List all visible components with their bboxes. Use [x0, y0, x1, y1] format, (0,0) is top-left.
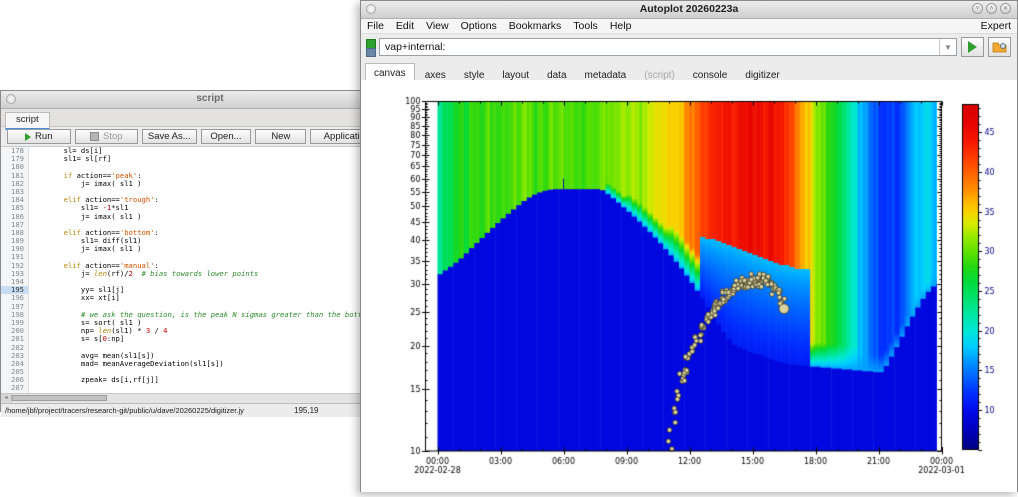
code-token: # bias towards lower points	[142, 269, 259, 278]
script-toolbar: RunStopSave As...Open...NewApplication C…	[1, 127, 419, 147]
code-token	[133, 269, 142, 278]
code-token: j= imax( sl1 )	[29, 244, 142, 253]
script-window-titlebar[interactable]: script ˅ ˄	[1, 91, 419, 109]
expert-mode-label[interactable]: Expert	[981, 20, 1011, 32]
inspect-uri-button[interactable]	[988, 37, 1011, 57]
code-line[interactable]: 204 mad= meanAverageDeviation(sl1[s])	[1, 360, 419, 368]
code-token: len	[94, 269, 107, 278]
code-token: (rf)/	[107, 269, 129, 278]
spectrogram-plot[interactable]	[361, 80, 1017, 492]
new-button[interactable]: New	[255, 129, 306, 144]
play-icon	[968, 41, 977, 53]
code-token: j= imax( sl1 )	[29, 179, 142, 188]
close-icon[interactable]: ✕	[1000, 3, 1011, 14]
script-window: script ˅ ˄ script Run StopSave As... Open.…	[0, 90, 420, 412]
stop-icon	[90, 132, 99, 141]
code-line[interactable]: 201 s= s[0:np]	[1, 335, 419, 343]
code-token: j= imax( sl1 )	[29, 212, 142, 221]
scroll-left-icon[interactable]: ◂	[1, 394, 12, 402]
go-button[interactable]	[961, 37, 984, 57]
save-as--button[interactable]: Save As...	[142, 129, 196, 144]
code-line[interactable]: 179 sl1= sl[rf]	[1, 155, 419, 163]
code-line[interactable]: 207	[1, 384, 419, 392]
code-token: j=	[29, 269, 94, 278]
menu-edit[interactable]: Edit	[390, 20, 420, 32]
autoplot-window: Autoplot 20260223a ˅ ˄ ✕ FileEditViewOpt…	[360, 0, 1018, 492]
autoplot-window-title: Autoplot 20260223a	[361, 3, 1017, 15]
menu-view[interactable]: View	[420, 20, 455, 32]
code-token: sl1= sl[rf]	[29, 154, 111, 163]
code-line[interactable]: 193 j= len(rf)/2 # bias towards lower po…	[1, 270, 419, 278]
minimize-icon[interactable]: ˅	[972, 3, 983, 14]
datasource-type-icon[interactable]	[366, 39, 376, 56]
script-status-bar: /home/jbf/project/tracers/research-git/p…	[1, 403, 419, 417]
uri-bar: vap+internal: ▼	[361, 34, 1017, 60]
code-line[interactable]: 206 zpeak= ds[i,rf[j]]	[1, 376, 419, 384]
autoplot-titlebar[interactable]: Autoplot 20260223a ˅ ˄ ✕	[361, 1, 1017, 19]
code-token: /	[150, 326, 163, 335]
code-line[interactable]: 190 j= imax( sl1 )	[1, 245, 419, 253]
code-token: :	[155, 228, 159, 237]
code-line[interactable]: 182 j= imax( sl1 )	[1, 180, 419, 188]
maximize-icon[interactable]: ˄	[986, 3, 997, 14]
code-line[interactable]: 196 xx= xt[i]	[1, 294, 419, 302]
menu-options[interactable]: Options	[455, 20, 503, 32]
code-token: s= s[	[29, 334, 103, 343]
folder-icon	[992, 41, 1008, 54]
code-token: xx= xt[i]	[29, 293, 120, 302]
open--button[interactable]: Open...	[201, 129, 252, 144]
menu-file[interactable]: File	[361, 20, 390, 32]
run-button[interactable]: Run	[7, 129, 71, 144]
code-token: :	[155, 195, 159, 204]
scrollbar-thumb[interactable]	[12, 395, 107, 401]
menu-tools[interactable]: Tools	[567, 20, 604, 32]
cursor-position: 195,19	[294, 406, 318, 415]
plot-canvas-area	[361, 80, 1017, 492]
tab-script[interactable]: script	[5, 112, 50, 130]
menu-bar: FileEditViewOptionsBookmarksToolsHelp Exp…	[361, 19, 1017, 34]
run-play-icon	[25, 133, 31, 141]
menu-help[interactable]: Help	[604, 20, 638, 32]
horizontal-scrollbar[interactable]: ◂	[1, 393, 419, 403]
uri-text: vap+internal:	[385, 41, 939, 53]
chevron-down-icon[interactable]: ▼	[939, 39, 956, 55]
uri-input[interactable]: vap+internal: ▼	[379, 38, 957, 56]
script-tab-bar: script	[1, 109, 419, 127]
file-path: /home/jbf/project/tracers/research-git/p…	[5, 406, 244, 415]
line-number: 207	[1, 384, 29, 392]
code-line[interactable]: 186 j= imax( sl1 )	[1, 213, 419, 221]
code-editor[interactable]: 178 sl= ds[i]179 sl1= sl[rf]180181 if ac…	[1, 147, 419, 393]
code-token: mad= meanAverageDeviation(sl1[s])	[29, 359, 224, 368]
code-token: 4	[163, 326, 167, 335]
menu-bookmarks[interactable]: Bookmarks	[503, 20, 568, 32]
code-token: zpeak= ds[i,rf[j]]	[29, 375, 159, 384]
script-window-title: script	[1, 93, 419, 104]
stop-button[interactable]: Stop	[75, 129, 139, 144]
code-token: :np]	[107, 334, 124, 343]
